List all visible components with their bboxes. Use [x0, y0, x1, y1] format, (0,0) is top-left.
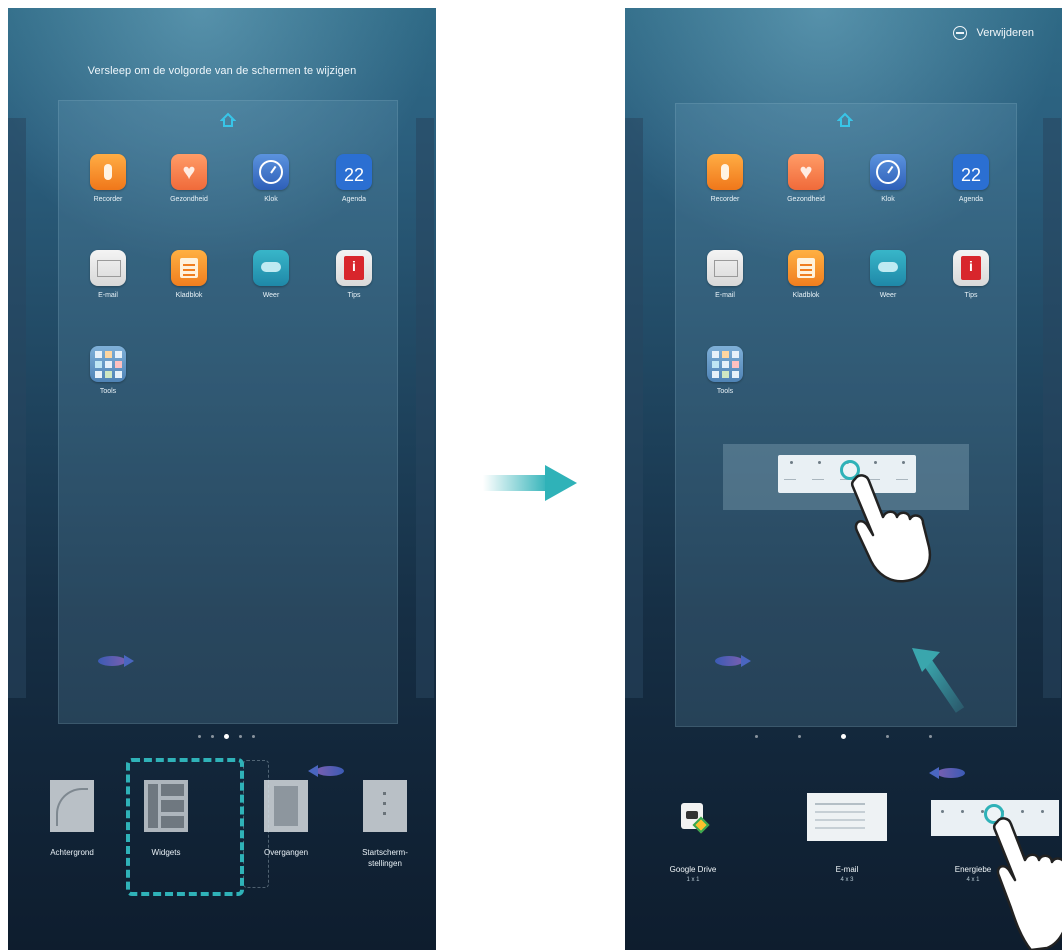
hand-pointer-icon [992, 817, 1062, 950]
page-dot[interactable] [755, 735, 758, 738]
app-calendar[interactable]: 22 Agenda [940, 154, 1002, 203]
app-clock[interactable]: Klok [240, 154, 302, 203]
page-indicator[interactable] [755, 734, 932, 739]
google-drive-widget-option[interactable]: Google Drive 1 x 1 [653, 865, 733, 883]
wallpaper-option[interactable]: Achtergrond [37, 780, 107, 859]
app-email[interactable]: E-mail [77, 250, 139, 299]
app-tips[interactable]: Tips [940, 250, 1002, 299]
health-icon [788, 154, 824, 190]
widget-add-screen: Verwijderen Recorder Gezondheid Klok 22 … [625, 8, 1062, 950]
next-page-peek[interactable] [416, 118, 434, 698]
page-dot[interactable] [798, 735, 801, 738]
app-weather[interactable]: Weer [240, 250, 302, 299]
fish-decoration [715, 653, 755, 669]
up-arrow-icon [912, 648, 965, 713]
page-dot-active[interactable] [841, 734, 846, 739]
page-dot[interactable] [252, 735, 255, 738]
home-icon[interactable] [220, 112, 236, 128]
calendar-icon: 22 [336, 154, 372, 190]
tools-folder-icon [707, 346, 743, 382]
app-notepad[interactable]: Kladblok [775, 250, 837, 299]
weather-icon [870, 250, 906, 286]
tools-folder-icon [90, 346, 126, 382]
home-icon[interactable] [837, 112, 853, 128]
notepad-icon [788, 250, 824, 286]
ghost-highlight [243, 760, 269, 888]
app-tools-folder[interactable]: Tools [694, 346, 756, 395]
hand-pointer-icon [850, 474, 932, 583]
previous-page-peek[interactable] [625, 118, 643, 698]
tips-icon [336, 250, 372, 286]
app-weather[interactable]: Weer [857, 250, 919, 299]
widgets-highlight-box [126, 758, 244, 896]
weather-icon [253, 250, 289, 286]
email-widget-preview[interactable] [807, 793, 887, 841]
minus-circle-icon [952, 26, 967, 40]
app-notepad[interactable]: Kladblok [158, 250, 220, 299]
email-icon [707, 250, 743, 286]
page-dot[interactable] [211, 735, 214, 738]
app-health[interactable]: Gezondheid [775, 154, 837, 203]
transitions-icon [264, 780, 308, 832]
page-dot-active[interactable] [224, 734, 229, 739]
right-arrow-icon [483, 465, 577, 501]
google-drive-icon[interactable] [681, 803, 703, 829]
app-calendar[interactable]: 22 Agenda [323, 154, 385, 203]
app-email[interactable]: E-mail [694, 250, 756, 299]
recorder-icon [90, 154, 126, 190]
previous-page-peek[interactable] [8, 118, 26, 698]
app-tools-folder[interactable]: Tools [77, 346, 139, 395]
fish-decoration [925, 765, 965, 781]
remove-button[interactable]: Verwijderen [952, 26, 1034, 40]
page-indicator[interactable] [198, 734, 255, 739]
email-widget-option[interactable]: E-mail 4 x 3 [807, 865, 887, 883]
calendar-icon: 22 [953, 154, 989, 190]
app-clock[interactable]: Klok [857, 154, 919, 203]
health-icon [171, 154, 207, 190]
next-page-peek[interactable] [1043, 118, 1061, 698]
more-settings-icon [363, 780, 407, 832]
app-recorder[interactable]: Recorder [694, 154, 756, 203]
fish-decoration [304, 763, 344, 779]
page-dot[interactable] [929, 735, 932, 738]
app-tips[interactable]: Tips [323, 250, 385, 299]
clock-icon [253, 154, 289, 190]
app-recorder[interactable]: Recorder [77, 154, 139, 203]
clock-icon [870, 154, 906, 190]
app-health[interactable]: Gezondheid [158, 154, 220, 203]
tips-icon [953, 250, 989, 286]
home-screen-edit-mode: Versleep om de volgorde van de schermen … [8, 8, 436, 950]
home-settings-option[interactable]: Startscherm- stellingen [350, 780, 420, 870]
page-dot[interactable] [198, 735, 201, 738]
recorder-icon [707, 154, 743, 190]
page-dot[interactable] [239, 735, 242, 738]
wallpaper-icon [50, 780, 94, 832]
fish-decoration [98, 653, 138, 669]
email-icon [90, 250, 126, 286]
reorder-hint: Versleep om de volgorde van de schermen … [87, 65, 357, 77]
page-dot[interactable] [886, 735, 889, 738]
notepad-icon [171, 250, 207, 286]
